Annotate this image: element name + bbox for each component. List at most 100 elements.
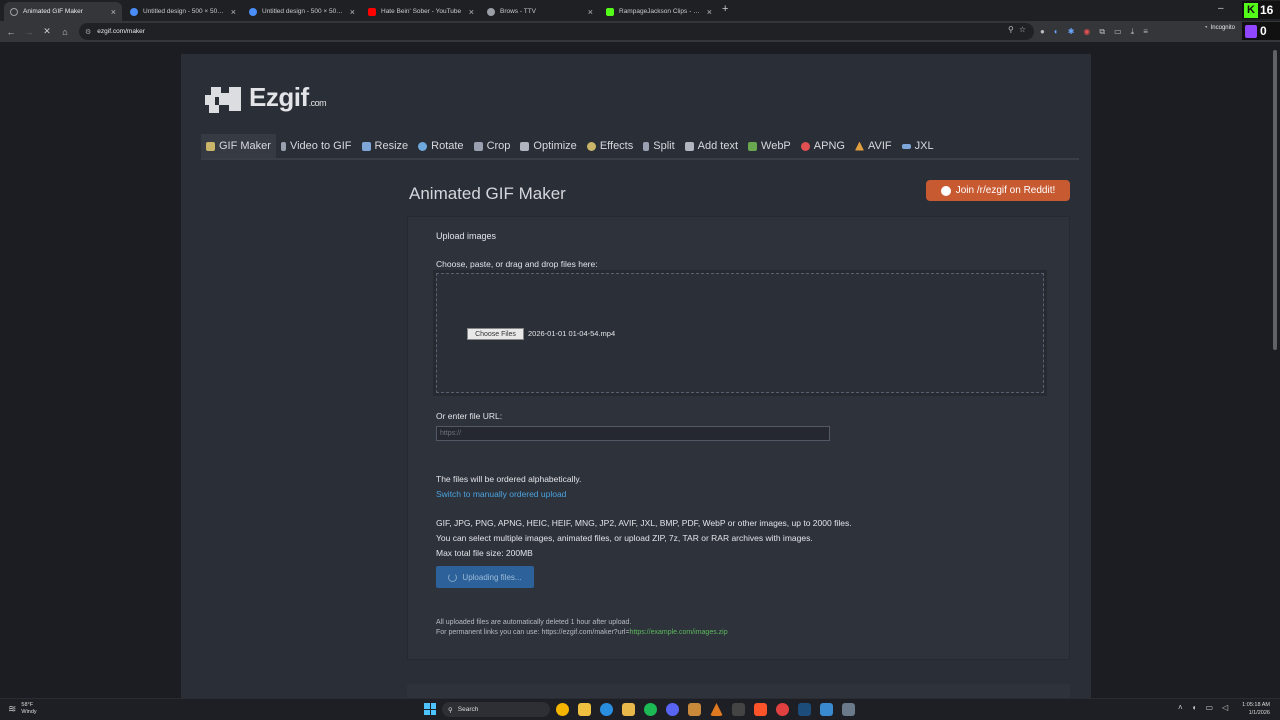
screenshot-icon[interactable] (776, 703, 789, 716)
close-icon[interactable]: × (111, 7, 116, 17)
join-reddit-button[interactable]: Join /r/ezgif on Reddit! (926, 180, 1070, 201)
tab-youtube[interactable]: Hate Bein' Sober - YouTube × (362, 2, 480, 21)
chevron-up-icon[interactable]: ˄ (1178, 703, 1183, 712)
folder-icon[interactable] (622, 703, 635, 716)
extension-icon[interactable]: ◐ (1054, 27, 1059, 36)
nav-split[interactable]: Split (638, 134, 679, 158)
video-icon (280, 141, 286, 151)
extension-icon[interactable]: ✱ (1068, 27, 1075, 36)
twitch-logo-icon (1245, 24, 1257, 38)
main-nav: GIF Maker Video to GIF Resize Rotate Cro… (201, 134, 1079, 160)
incognito-label: Incognito (1210, 25, 1235, 31)
edge-icon[interactable] (600, 703, 613, 716)
steam-icon[interactable] (798, 703, 811, 716)
site-container: Ezgif.com GIF Maker Video to GIF Resize … (181, 54, 1091, 698)
nav-label: Resize (374, 140, 409, 152)
spotify-icon[interactable] (644, 703, 657, 716)
nav-add-text[interactable]: Add text (680, 134, 743, 158)
tab-kick-clips[interactable]: RampageJackson Clips - Watch × (600, 2, 718, 21)
nav-gif-maker[interactable]: GIF Maker (201, 134, 276, 158)
tab-animated-gif-maker[interactable]: Animated GIF Maker × (4, 2, 122, 21)
media-icon[interactable]: ≡ (1143, 27, 1148, 36)
brave-icon[interactable] (754, 703, 767, 716)
add-text-icon (684, 141, 694, 151)
discord-icon[interactable] (666, 703, 679, 716)
close-icon[interactable]: × (350, 7, 355, 17)
bookmark-star-icon[interactable]: ☆ (1019, 25, 1026, 34)
file-explorer-icon[interactable] (578, 703, 591, 716)
site-logo[interactable]: Ezgif.com (205, 82, 327, 113)
page-scrollbar[interactable] (1270, 42, 1280, 698)
jxl-icon (901, 143, 911, 149)
tab-title: Untitled design - 500 × 500px (143, 8, 226, 15)
back-icon[interactable]: ← (2, 27, 20, 37)
chrome-icon[interactable] (556, 703, 569, 716)
close-icon[interactable]: × (707, 7, 712, 17)
extension-icon[interactable]: ● (1040, 27, 1045, 36)
scrollbar-thumb[interactable] (1273, 50, 1277, 350)
nav-jxl[interactable]: JXL (897, 134, 939, 158)
tab-title: Hate Bein' Sober - YouTube (381, 8, 462, 15)
tab-brows-ttv[interactable]: Brows - TTV × (481, 2, 599, 21)
taskbar-search[interactable]: ⚲ Search (442, 702, 550, 717)
nav-label: Rotate (431, 140, 464, 152)
nav-crop[interactable]: Crop (469, 134, 516, 158)
extension-icons: ● ◐ ✱ ◉ ⧉ ▭ ⤓ ≡ (1040, 21, 1148, 42)
forward-icon[interactable]: → (20, 27, 38, 37)
upload-button[interactable]: Uploading files... (436, 566, 534, 588)
photos-icon[interactable] (820, 703, 833, 716)
extension-icon[interactable]: ◉ (1083, 27, 1090, 36)
close-icon[interactable]: × (588, 7, 593, 17)
download-icon[interactable]: ⤓ (1131, 27, 1135, 37)
home-icon[interactable]: ⌂ (56, 27, 74, 37)
side-panel-icon[interactable]: ▭ (1114, 27, 1122, 36)
close-icon[interactable]: × (469, 7, 474, 17)
tab-title: Brows - TTV (500, 8, 536, 15)
file-url-input[interactable]: https:// (436, 426, 830, 441)
nav-effects[interactable]: Effects (582, 134, 638, 158)
drop-zone[interactable]: Choose Files 2026-01-01 01-04-54.mp4 (436, 273, 1044, 393)
weather-desc: Windy (21, 709, 37, 715)
nav-label: Effects (599, 140, 634, 152)
stop-icon[interactable]: ✕ (38, 26, 56, 37)
network-icon[interactable]: ▭ (1206, 703, 1214, 712)
nav-optimize[interactable]: Optimize (515, 134, 581, 158)
reddit-icon (940, 185, 951, 196)
twitch-badge: 0 (1242, 22, 1280, 40)
weather-widget[interactable]: ≋ 58°F Windy (8, 702, 37, 716)
gif-maker-icon (206, 141, 215, 151)
volume-icon[interactable]: ◁ (1222, 703, 1228, 712)
crop-icon (473, 141, 483, 151)
nav-video-to-gif[interactable]: Video to GIF (276, 134, 357, 158)
nav-resize[interactable]: Resize (357, 134, 414, 158)
tab-untitled-design-1[interactable]: Untitled design - 500 × 500px × (124, 2, 242, 21)
windows-start-icon[interactable] (424, 703, 436, 715)
obsidian-icon[interactable] (688, 703, 701, 716)
close-icon[interactable]: × (231, 7, 236, 17)
taskbar-clock[interactable]: 1:05:18 AM 1/1/2026 (1232, 701, 1270, 717)
weather-temp: 58°F (21, 702, 34, 708)
avif-icon (854, 141, 864, 151)
extensions-puzzle-icon[interactable]: ⧉ (1099, 27, 1105, 37)
site-info-icon[interactable]: ⚙ (85, 28, 91, 36)
nav-label: GIF Maker (219, 140, 271, 152)
capture-icon[interactable] (842, 703, 855, 716)
vlc-icon[interactable] (710, 703, 723, 716)
nav-apng[interactable]: APNG (796, 134, 850, 158)
permalink-note: For permanent links you can use: https:/… (436, 629, 728, 636)
zoom-icon[interactable]: ⚲ (1008, 25, 1014, 34)
nav-webp[interactable]: WebP (743, 134, 796, 158)
nav-rotate[interactable]: Rotate (413, 134, 468, 158)
tab-title: Animated GIF Maker (23, 8, 83, 15)
new-tab-icon[interactable]: + (722, 3, 728, 15)
terminal-icon[interactable] (732, 703, 745, 716)
tab-untitled-design-2[interactable]: Untitled design - 500 × 500px × (243, 2, 361, 21)
minimize-icon[interactable]: – (1218, 3, 1224, 14)
choose-files-button[interactable]: Choose Files (467, 328, 524, 340)
manual-order-link[interactable]: Switch to manually ordered upload (436, 489, 566, 499)
globe-icon (130, 7, 138, 16)
incognito-indicator[interactable]: ◔ Incognito (1204, 25, 1235, 31)
microphone-icon[interactable]: ◖ (1192, 703, 1197, 712)
nav-avif[interactable]: AVIF (850, 134, 897, 158)
address-bar[interactable]: ⚙ ezgif.com/maker ⚲ ☆ (79, 23, 1034, 40)
